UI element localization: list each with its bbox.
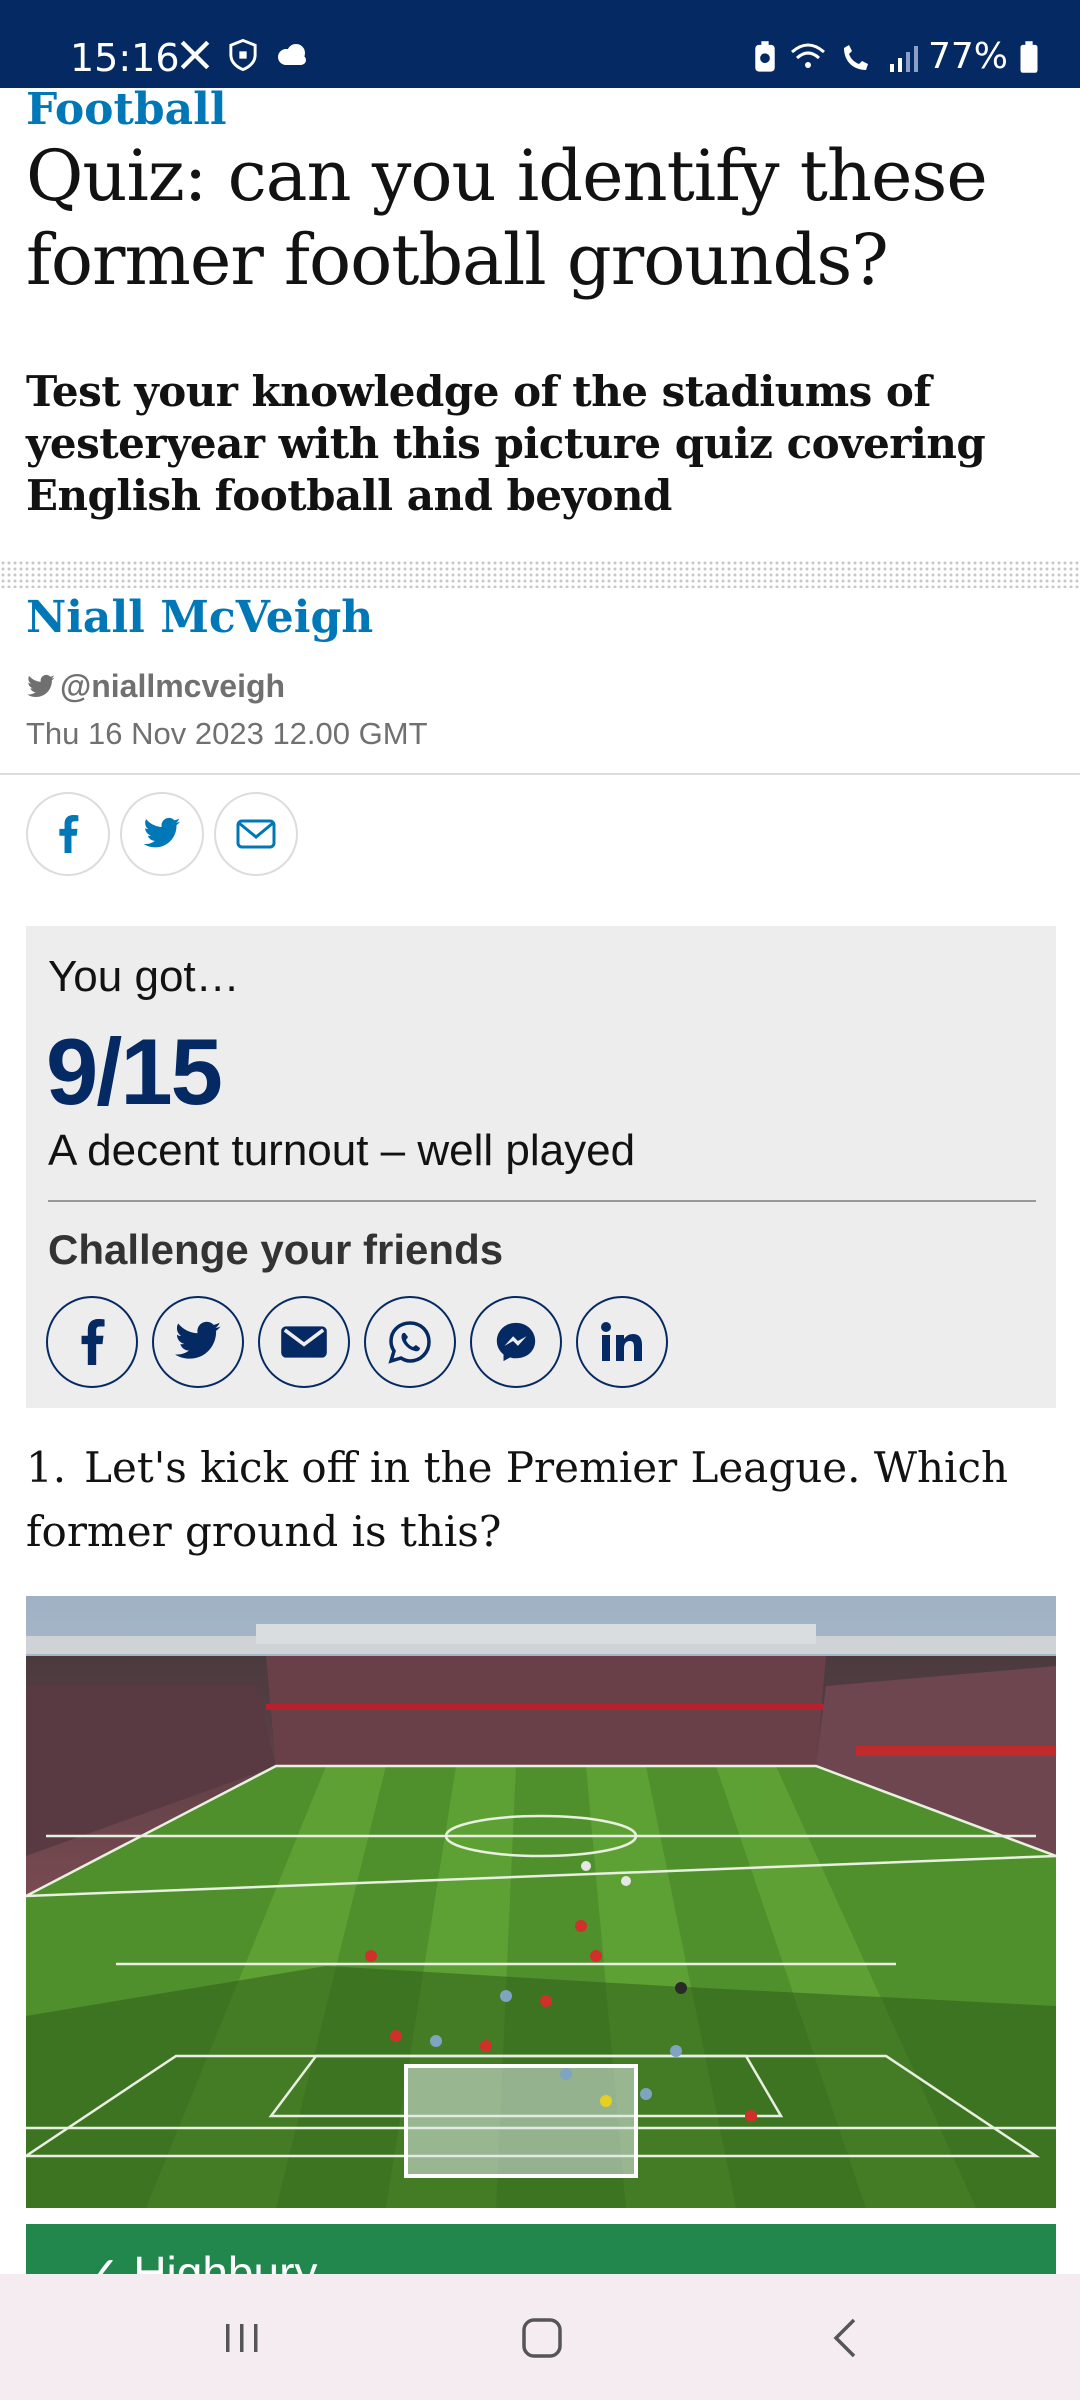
section-link-football[interactable]: Football (26, 84, 227, 135)
facebook-icon (59, 815, 79, 853)
email-icon (236, 819, 276, 849)
author-link[interactable]: Niall McVeigh (26, 592, 373, 643)
twitter-icon (143, 817, 181, 848)
battery-icon (1020, 40, 1038, 73)
recent-apps-icon (226, 2324, 258, 2352)
quiz-question-1: 1. Let's kick off in the Premier League. … (26, 1436, 1056, 1564)
share-twitter-button[interactable] (120, 792, 204, 876)
wifi-calling-icon (843, 44, 868, 70)
recent-apps-button[interactable] (212, 2308, 272, 2368)
share-facebook-button[interactable] (26, 792, 110, 876)
twitter-handle-text: @niallmcveigh (60, 668, 286, 704)
home-button[interactable] (512, 2308, 572, 2368)
result-score: 9/15 (46, 1019, 223, 1124)
battery-saver-icon (755, 40, 775, 72)
whatsapp-icon (388, 1321, 431, 1364)
signal-icon (889, 45, 918, 72)
result-divider (48, 1200, 1036, 1202)
email-icon (281, 1326, 327, 1358)
quiz-result-panel: You got… 9/15 A decent turnout – well pl… (26, 926, 1056, 1408)
status-time: 15:16 (70, 36, 180, 80)
publish-date: Thu 16 Nov 2023 12.00 GMT (26, 716, 428, 751)
x-logo-icon (180, 40, 210, 70)
battery-percent: 77% (927, 36, 1008, 77)
challenge-whatsapp-button[interactable] (364, 1296, 456, 1388)
linkedin-icon (601, 1322, 642, 1361)
challenge-share-row (46, 1296, 668, 1388)
android-nav-bar (0, 2274, 1080, 2400)
question-text: Let's kick off in the Premier League. Wh… (26, 1443, 1009, 1556)
challenge-heading: Challenge your friends (48, 1226, 504, 1273)
challenge-facebook-button[interactable] (46, 1296, 138, 1388)
facebook-icon (81, 1319, 105, 1365)
article-standfirst: Test your knowledge of the stadiums of y… (26, 367, 986, 520)
home-icon (522, 2318, 562, 2358)
twitter-icon (175, 1321, 221, 1359)
article-share-row (26, 792, 298, 876)
result-message: A decent turnout – well played (48, 1126, 636, 1175)
question-photo (26, 1596, 1056, 2208)
share-email-button[interactable] (214, 792, 298, 876)
shield-icon (229, 38, 257, 72)
twitter-bird-icon (27, 674, 55, 697)
challenge-twitter-button[interactable] (152, 1296, 244, 1388)
question-number: 1. (26, 1443, 67, 1492)
result-intro: You got… (48, 952, 240, 1001)
status-bar: 15:16 77% (0, 0, 1080, 88)
messenger-icon (496, 1322, 536, 1362)
challenge-messenger-button[interactable] (470, 1296, 562, 1388)
article-headline: Quiz: can you identify these former foot… (26, 135, 988, 301)
back-button[interactable] (816, 2308, 876, 2368)
dotted-divider (0, 560, 1080, 588)
author-twitter-link[interactable]: @niallmcveigh (26, 668, 285, 705)
challenge-linkedin-button[interactable] (576, 1296, 668, 1388)
cloud-icon (278, 44, 306, 65)
back-icon (833, 2318, 856, 2358)
wifi-icon (790, 43, 825, 68)
meta-divider (0, 773, 1080, 775)
challenge-email-button[interactable] (258, 1296, 350, 1388)
